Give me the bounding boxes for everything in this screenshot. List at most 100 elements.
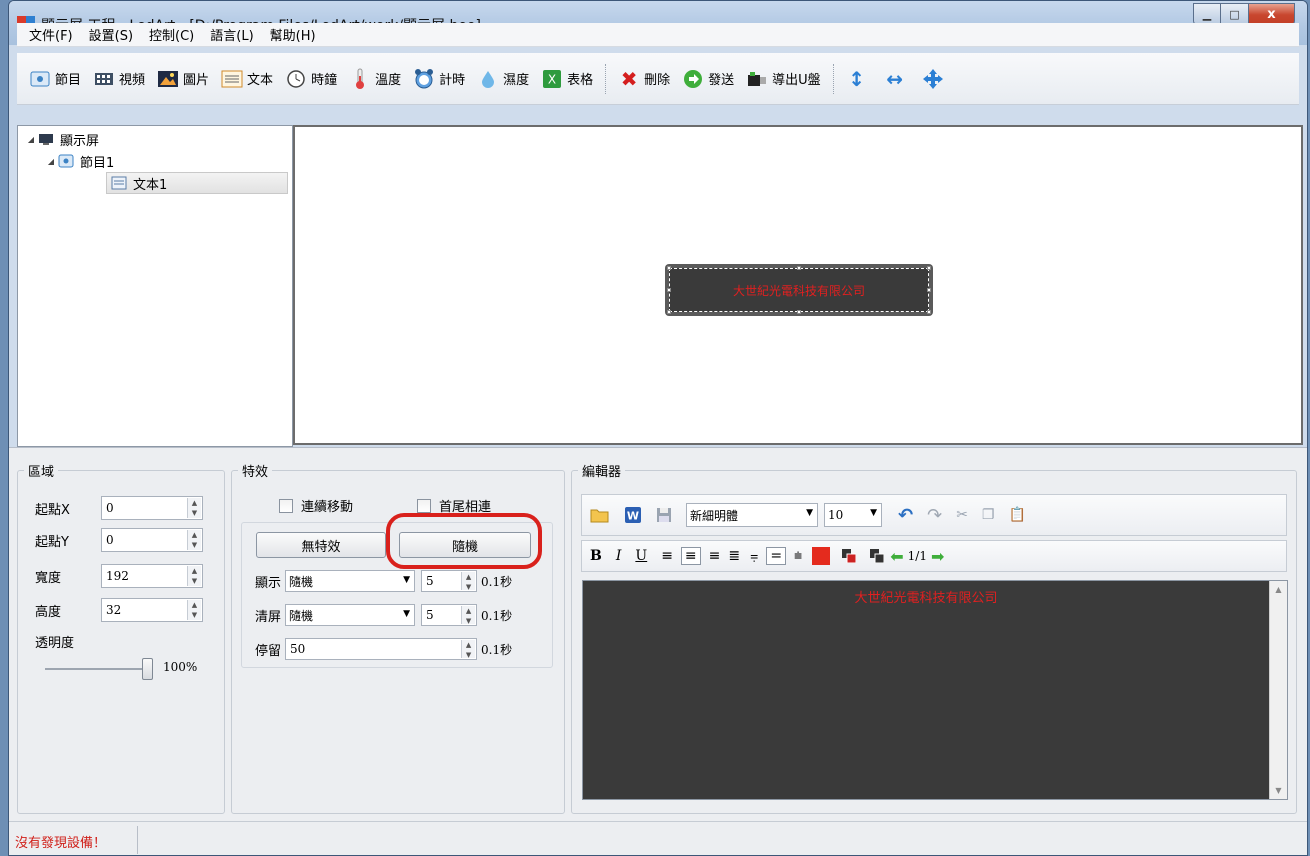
menu-settings[interactable]: 設置(S) bbox=[81, 25, 141, 44]
window-controls: ▁ □ x bbox=[1193, 3, 1295, 25]
opacity-slider[interactable] bbox=[45, 668, 153, 670]
humidity-button[interactable]: 濕度 bbox=[471, 64, 535, 94]
vertical-stretch-button[interactable]: ↕ bbox=[840, 64, 878, 94]
continuous-move-checkbox[interactable]: 連續移動 bbox=[279, 496, 353, 515]
spin-arrows-icon[interactable]: ▲ ▼ bbox=[187, 498, 201, 518]
menu-help[interactable]: 幫助(H) bbox=[262, 25, 324, 44]
editor-toolbar-format: B I U ≡ ≡ ≡ ≣ ⩦ = ⩧ ⬅ 1/1 ➡ bbox=[581, 540, 1287, 572]
valign-middle-icon[interactable]: = bbox=[766, 547, 787, 565]
resize-handle[interactable] bbox=[797, 310, 801, 314]
align-justify-icon[interactable]: ≣ bbox=[728, 548, 740, 564]
resize-handle[interactable] bbox=[667, 310, 671, 314]
display-speed-input[interactable]: 5 ▲ ▼ bbox=[421, 570, 478, 592]
temperature-label: 溫度 bbox=[375, 73, 402, 88]
temperature-button[interactable]: 溫度 bbox=[343, 64, 407, 94]
horizontal-stretch-button[interactable]: ↔ bbox=[878, 64, 916, 94]
delete-button[interactable]: ✖ 刪除 bbox=[612, 64, 676, 94]
next-page-icon[interactable]: ➡ bbox=[931, 547, 944, 566]
display-effect-select[interactable]: 隨機 ▼ bbox=[285, 570, 416, 592]
image-button[interactable]: 圖片 bbox=[151, 64, 215, 94]
clear-effect-select[interactable]: 隨機 ▼ bbox=[285, 604, 416, 626]
timer-button[interactable]: 計時 bbox=[407, 64, 471, 94]
font-family-select[interactable]: 新細明體 ▼ bbox=[686, 503, 818, 527]
export-usb-button[interactable]: 導出U盤 bbox=[740, 64, 827, 94]
spin-arrows-icon[interactable]: ▲ ▼ bbox=[461, 572, 476, 591]
checkbox-box[interactable] bbox=[417, 498, 431, 513]
start-x-input[interactable]: 0 ▲ ▼ bbox=[101, 496, 203, 520]
prev-page-icon[interactable]: ⬅ bbox=[890, 547, 903, 566]
film-icon bbox=[93, 69, 115, 89]
tree-text-item[interactable]: 文本1 bbox=[106, 172, 288, 194]
resize-handle[interactable] bbox=[927, 266, 931, 270]
copy-icon[interactable]: ❐ bbox=[982, 507, 995, 523]
minimize-button[interactable]: ▁ bbox=[1193, 3, 1221, 25]
spin-arrows-icon[interactable]: ▲ ▼ bbox=[187, 566, 201, 586]
bold-button[interactable]: B bbox=[590, 548, 602, 564]
maximize-button[interactable]: □ bbox=[1221, 3, 1249, 25]
open-folder-icon[interactable] bbox=[590, 507, 610, 523]
align-right-icon[interactable]: ≡ bbox=[709, 548, 721, 564]
height-input[interactable]: 32 ▲ ▼ bbox=[101, 598, 203, 622]
spin-arrows-icon[interactable]: ▲ ▼ bbox=[187, 600, 201, 620]
menu-control[interactable]: 控制(C) bbox=[141, 25, 202, 44]
valign-bottom-icon[interactable]: ⩦ bbox=[750, 548, 758, 564]
underline-button[interactable]: U bbox=[635, 548, 647, 564]
opacity-slider-thumb[interactable] bbox=[142, 658, 153, 680]
preview-canvas[interactable]: 大世紀光電科技有限公司 bbox=[293, 125, 1303, 445]
stay-input[interactable]: 50 ▲ ▼ bbox=[285, 638, 478, 660]
scroll-up-icon[interactable]: ▲ bbox=[1270, 585, 1287, 594]
text-button[interactable]: 文本 bbox=[215, 64, 279, 94]
italic-button[interactable]: I bbox=[616, 548, 622, 564]
save-icon[interactable] bbox=[656, 507, 672, 523]
word-import-icon[interactable]: W bbox=[624, 506, 642, 524]
width-input[interactable]: 192 ▲ ▼ bbox=[101, 564, 203, 588]
resize-handle[interactable] bbox=[927, 288, 931, 292]
redo-icon[interactable]: ↷ bbox=[927, 505, 942, 526]
valign-top-icon[interactable]: ⩧ bbox=[794, 548, 802, 564]
menu-file[interactable]: 文件(F) bbox=[21, 25, 81, 44]
undo-icon[interactable]: ↶ bbox=[898, 505, 913, 526]
fill-color-icon[interactable] bbox=[870, 549, 885, 563]
text-color-swatch[interactable] bbox=[812, 547, 831, 565]
align-center-icon[interactable]: ≡ bbox=[680, 547, 701, 565]
table-button[interactable]: X 表格 bbox=[535, 64, 599, 94]
editor-scrollbar[interactable]: ▲ ▼ bbox=[1269, 581, 1287, 799]
background-color-icon[interactable] bbox=[842, 549, 857, 563]
scroll-down-icon[interactable]: ▼ bbox=[1270, 786, 1287, 795]
close-button[interactable]: x bbox=[1249, 3, 1295, 25]
resize-handle[interactable] bbox=[927, 310, 931, 314]
menu-bar: 文件(F) 設置(S) 控制(C) 語言(L) 幫助(H) bbox=[17, 23, 1299, 47]
led-display-box[interactable]: 大世紀光電科技有限公司 bbox=[665, 264, 933, 316]
tree-root-label: 顯示屏 bbox=[60, 133, 100, 149]
main-toolbar: 節目 視頻 圖片 文本 時鐘 溫度 計時 濕度 X 表格 ✖ 刪除 發送 導出U… bbox=[17, 53, 1299, 105]
text-label: 文本 bbox=[247, 73, 274, 88]
cut-icon[interactable]: ✂ bbox=[956, 507, 968, 523]
program-button[interactable]: 節目 bbox=[23, 64, 87, 94]
start-y-input[interactable]: 0 ▲ ▼ bbox=[101, 528, 203, 552]
checkbox-box[interactable] bbox=[279, 498, 293, 513]
led-text-region[interactable]: 大世紀光電科技有限公司 bbox=[667, 266, 931, 314]
collapse-triangle-icon[interactable]: ◢ bbox=[24, 135, 38, 144]
video-button[interactable]: 視頻 bbox=[87, 64, 151, 94]
font-size-select[interactable]: 10 ▼ bbox=[824, 503, 882, 527]
move-button[interactable] bbox=[916, 64, 954, 94]
droplet-icon bbox=[477, 69, 499, 89]
clear-speed-input[interactable]: 5 ▲ ▼ bbox=[421, 604, 478, 626]
paste-icon[interactable]: 📋 bbox=[1008, 507, 1025, 523]
resize-handle[interactable] bbox=[667, 266, 671, 270]
editor-text-area[interactable]: 大世紀光電科技有限公司 ▲ ▼ bbox=[582, 580, 1288, 800]
resize-handle[interactable] bbox=[797, 266, 801, 270]
spin-arrows-icon[interactable]: ▲ ▼ bbox=[461, 640, 476, 659]
spin-arrows-icon[interactable]: ▲ ▼ bbox=[461, 606, 476, 625]
send-button[interactable]: 發送 bbox=[676, 64, 740, 94]
resize-handle[interactable] bbox=[667, 288, 671, 292]
collapse-triangle-icon[interactable]: ◢ bbox=[44, 157, 58, 166]
spin-arrows-icon[interactable]: ▲ ▼ bbox=[187, 530, 201, 550]
clock-button[interactable]: 時鐘 bbox=[279, 64, 343, 94]
align-left-icon[interactable]: ≡ bbox=[661, 548, 673, 564]
program-icon bbox=[29, 69, 51, 89]
menu-language[interactable]: 語言(L) bbox=[202, 25, 261, 44]
no-effect-button[interactable]: 無特效 bbox=[256, 532, 386, 558]
tree-root[interactable]: ◢ 顯示屏 bbox=[24, 128, 99, 150]
tree-program[interactable]: ◢ 節目1 bbox=[44, 150, 114, 172]
